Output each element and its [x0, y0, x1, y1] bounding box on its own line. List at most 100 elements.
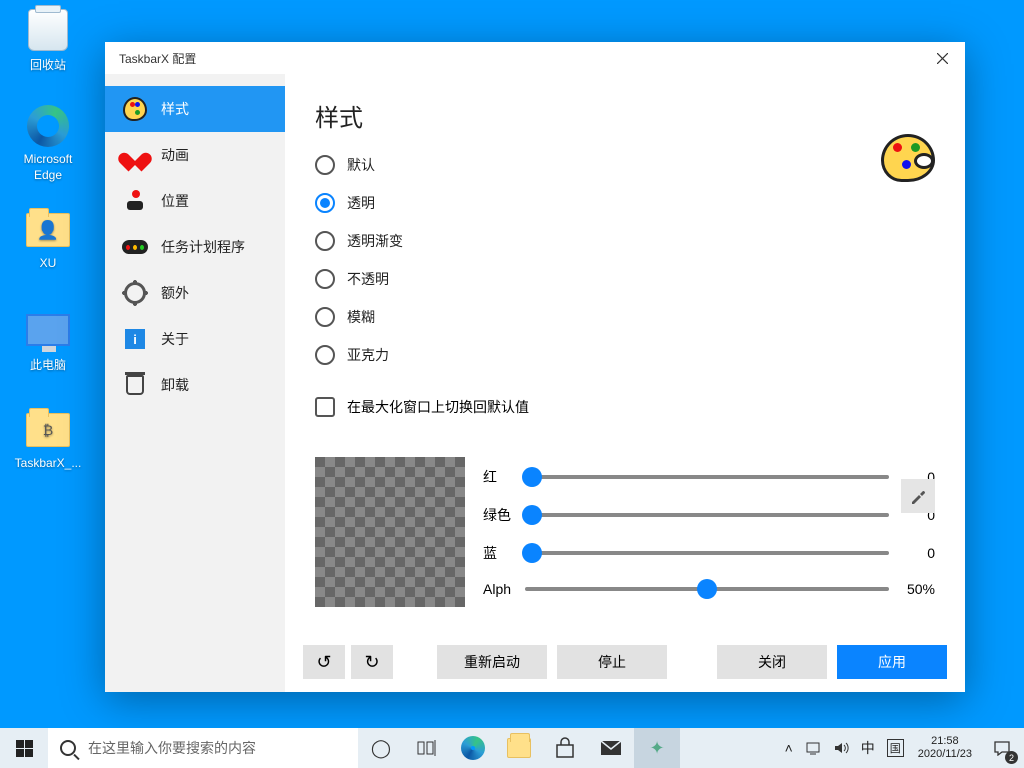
folder-icon: 👤 — [26, 213, 70, 247]
desktop-label: XU — [40, 256, 57, 270]
sidebar-item-label: 动画 — [161, 145, 189, 165]
tray-ime-region[interactable]: 国 — [881, 728, 910, 768]
slider-blue[interactable]: 蓝 0 — [483, 543, 935, 563]
pc-icon — [26, 314, 70, 346]
sidebar-item-label: 位置 — [161, 191, 189, 211]
slider-value: 50% — [895, 581, 935, 597]
radio-icon — [315, 193, 335, 213]
slider-track[interactable] — [525, 587, 889, 591]
sidebar: 样式 动画 位置 任务计划程序 额外 i 关于 — [105, 74, 285, 692]
sidebar-item-animation[interactable]: 动画 — [105, 132, 285, 178]
radio-icon — [315, 269, 335, 289]
radio-transparent[interactable]: 透明 — [315, 193, 935, 213]
desktop-label: TaskbarX_... — [15, 456, 82, 470]
tray-ime-lang[interactable]: 中 — [855, 728, 881, 768]
radio-label: 透明 — [347, 193, 375, 213]
desktop-recycle-bin[interactable]: 回收站 — [10, 6, 86, 73]
joystick-icon — [123, 189, 147, 213]
titlebar[interactable]: TaskbarX 配置 — [105, 42, 965, 74]
taskbar-search[interactable]: 在这里输入你要搜索的内容 — [48, 728, 358, 768]
system-tray: ˄ 中 国 21:58 2020/11/23 2 — [779, 728, 1024, 768]
slider-track[interactable] — [525, 513, 889, 517]
stop-button[interactable]: 停止 — [557, 645, 667, 679]
search-placeholder: 在这里输入你要搜索的内容 — [88, 738, 256, 758]
desktop-label: 回收站 — [30, 56, 66, 73]
radio-icon — [315, 307, 335, 327]
info-icon: i — [123, 327, 147, 351]
sidebar-item-about[interactable]: i 关于 — [105, 316, 285, 362]
desktop-label: 此电脑 — [30, 356, 66, 373]
window-close-button[interactable] — [919, 42, 965, 74]
checkbox-revert-maximized[interactable]: 在最大化窗口上切换回默认值 — [315, 397, 935, 417]
taskbar-app-mail[interactable] — [588, 728, 634, 768]
slider-red[interactable]: 红 0 — [483, 467, 935, 487]
tray-volume[interactable] — [827, 728, 855, 768]
content-pane: 样式 默认 透明 透明渐变 不透明 模糊 亚克力 在最大化窗口上切换回默认值 — [285, 74, 965, 692]
start-button[interactable] — [0, 728, 48, 768]
redo-icon: ↻ — [364, 652, 379, 673]
search-icon — [60, 740, 76, 756]
slider-alpha[interactable]: Alph 50% — [483, 581, 935, 597]
palette-decoration-icon — [881, 134, 935, 182]
folder-icon — [507, 738, 531, 758]
color-preview — [315, 457, 465, 607]
close-button[interactable]: 关闭 — [717, 645, 827, 679]
eyedropper-button[interactable] — [901, 479, 935, 513]
desktop-folder-xu[interactable]: 👤 XU — [10, 206, 86, 270]
desktop-this-pc[interactable]: 此电脑 — [10, 306, 86, 373]
undo-icon: ↺ — [316, 652, 331, 673]
trash-icon — [123, 373, 147, 397]
desktop-edge[interactable]: Microsoft Edge — [10, 102, 86, 182]
tray-notifications[interactable]: 2 — [980, 728, 1024, 768]
volume-icon — [833, 741, 849, 755]
sidebar-item-position[interactable]: 位置 — [105, 178, 285, 224]
restart-button[interactable]: 重新启动 — [437, 645, 547, 679]
apply-button[interactable]: 应用 — [837, 645, 947, 679]
window-footer: ↺ ↻ 重新启动 停止 关闭 应用 — [285, 632, 965, 692]
slider-track[interactable] — [525, 475, 889, 479]
slider-value: 0 — [895, 545, 935, 561]
radio-label: 透明渐变 — [347, 231, 403, 251]
recycle-bin-icon — [28, 9, 68, 51]
cortana-button[interactable]: ◯ — [358, 728, 404, 768]
sidebar-item-scheduler[interactable]: 任务计划程序 — [105, 224, 285, 270]
tray-overflow[interactable]: ˄ — [779, 728, 799, 768]
taskbar-app-edge[interactable] — [450, 728, 496, 768]
radio-acrylic[interactable]: 亚克力 — [315, 345, 935, 365]
sidebar-item-style[interactable]: 样式 — [105, 86, 285, 132]
slider-track[interactable] — [525, 551, 889, 555]
tray-network[interactable] — [799, 728, 827, 768]
radio-opaque[interactable]: 不透明 — [315, 269, 935, 289]
radio-label: 默认 — [347, 155, 375, 175]
clock-date: 2020/11/23 — [918, 748, 972, 761]
redo-button[interactable]: ↻ — [351, 645, 393, 679]
sidebar-item-label: 卸载 — [161, 375, 189, 395]
windows-logo-icon — [16, 740, 33, 757]
edge-icon — [27, 105, 69, 147]
store-icon — [554, 737, 576, 759]
eyedropper-icon — [909, 487, 927, 505]
desktop-folder-taskbarx[interactable]: ₿ TaskbarX_... — [10, 406, 86, 470]
sidebar-item-label: 样式 — [161, 99, 189, 119]
taskbar-app-explorer[interactable] — [496, 728, 542, 768]
taskbar-app-store[interactable] — [542, 728, 588, 768]
radio-default[interactable]: 默认 — [315, 155, 935, 175]
desktop-label: Microsoft — [24, 152, 73, 166]
radio-icon — [315, 345, 335, 365]
slider-green[interactable]: 绿色 0 — [483, 505, 935, 525]
sidebar-item-extras[interactable]: 额外 — [105, 270, 285, 316]
radio-gradient[interactable]: 透明渐变 — [315, 231, 935, 251]
desktop-label: Edge — [34, 168, 62, 182]
radio-blur[interactable]: 模糊 — [315, 307, 935, 327]
heart-icon — [123, 143, 147, 167]
undo-button[interactable]: ↺ — [303, 645, 345, 679]
radio-label: 模糊 — [347, 307, 375, 327]
sidebar-item-uninstall[interactable]: 卸载 — [105, 362, 285, 408]
folder-icon: ₿ — [26, 413, 70, 447]
taskbar-app-taskbarx[interactable]: ✦ — [634, 728, 680, 768]
tray-clock[interactable]: 21:58 2020/11/23 — [910, 735, 980, 761]
slider-label: 蓝 — [483, 543, 519, 563]
task-view-button[interactable] — [404, 728, 450, 768]
palette-icon — [123, 97, 147, 121]
sidebar-item-label: 额外 — [161, 283, 189, 303]
